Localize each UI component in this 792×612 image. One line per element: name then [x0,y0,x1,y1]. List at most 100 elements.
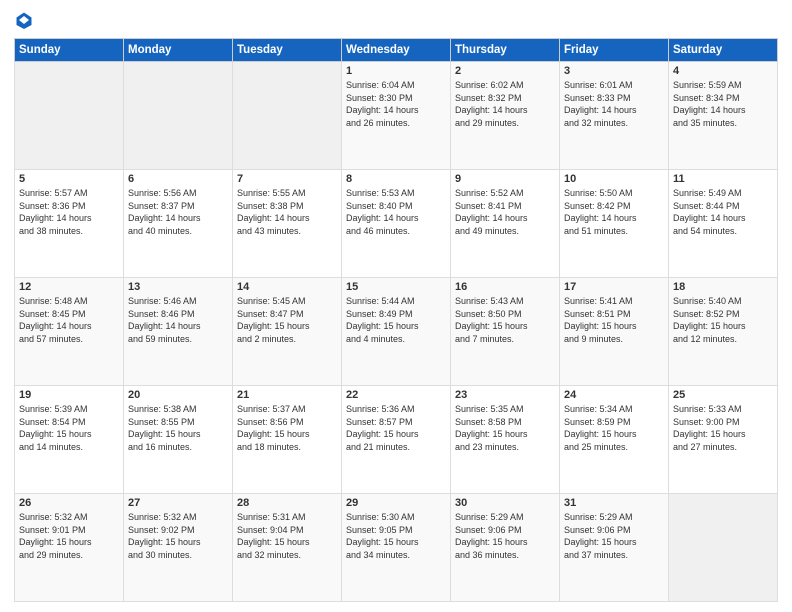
day-info: Sunrise: 5:46 AM Sunset: 8:46 PM Dayligh… [128,295,228,345]
page: SundayMondayTuesdayWednesdayThursdayFrid… [0,0,792,612]
calendar-cell: 24 Sunrise: 5:34 AM Sunset: 8:59 PM Dayli… [560,386,669,494]
day-info: Sunrise: 5:52 AM Sunset: 8:41 PM Dayligh… [455,187,555,237]
calendar-cell: 21 Sunrise: 5:37 AM Sunset: 8:56 PM Dayli… [233,386,342,494]
day-number: 19 [19,389,119,401]
day-number: 4 [673,65,773,77]
day-info: Sunrise: 5:50 AM Sunset: 8:42 PM Dayligh… [564,187,664,237]
calendar-cell: 26 Sunrise: 5:32 AM Sunset: 9:01 PM Dayli… [15,494,124,602]
calendar-week-row: 5 Sunrise: 5:57 AM Sunset: 8:36 PM Daylig… [15,170,778,278]
day-info: Sunrise: 5:30 AM Sunset: 9:05 PM Dayligh… [346,511,446,561]
day-number: 3 [564,65,664,77]
calendar-cell: 25Sunrise: 5:33 AM Sunset: 9:00 PM Dayli… [669,386,778,494]
calendar-header-saturday: Saturday [669,39,778,62]
day-info: Sunrise: 5:57 AM Sunset: 8:36 PM Dayligh… [19,187,119,237]
day-info: Sunrise: 5:48 AM Sunset: 8:45 PM Dayligh… [19,295,119,345]
calendar-cell [669,494,778,602]
calendar-cell: 19 Sunrise: 5:39 AM Sunset: 8:54 PM Dayli… [15,386,124,494]
day-info: Sunrise: 6:02 AM Sunset: 8:32 PM Dayligh… [455,79,555,129]
day-number: 16 [455,281,555,293]
calendar-cell [124,62,233,170]
day-number: 23 [455,389,555,401]
calendar-cell: 7Sunrise: 5:55 AM Sunset: 8:38 PM Daylig… [233,170,342,278]
calendar-cell: 23 Sunrise: 5:35 AM Sunset: 8:58 PM Dayli… [451,386,560,494]
day-info: Sunrise: 5:31 AM Sunset: 9:04 PM Dayligh… [237,511,337,561]
calendar-week-row: 19 Sunrise: 5:39 AM Sunset: 8:54 PM Dayli… [15,386,778,494]
calendar-cell: 3Sunrise: 6:01 AM Sunset: 8:33 PM Daylig… [560,62,669,170]
day-info: Sunrise: 5:34 AM Sunset: 8:59 PM Dayligh… [564,403,664,453]
day-number: 25 [673,389,773,401]
day-info: Sunrise: 5:32 AM Sunset: 9:02 PM Dayligh… [128,511,228,561]
day-number: 8 [346,173,446,185]
day-info: Sunrise: 5:40 AM Sunset: 8:52 PM Dayligh… [673,295,773,345]
day-info: Sunrise: 5:56 AM Sunset: 8:37 PM Dayligh… [128,187,228,237]
day-number: 1 [346,65,446,77]
day-number: 5 [19,173,119,185]
day-info: Sunrise: 5:29 AM Sunset: 9:06 PM Dayligh… [455,511,555,561]
calendar-cell: 29 Sunrise: 5:30 AM Sunset: 9:05 PM Dayli… [342,494,451,602]
calendar-week-row: 26 Sunrise: 5:32 AM Sunset: 9:01 PM Dayli… [15,494,778,602]
calendar-cell: 22Sunrise: 5:36 AM Sunset: 8:57 PM Dayli… [342,386,451,494]
day-number: 29 [346,497,446,509]
calendar-cell: 16 Sunrise: 5:43 AM Sunset: 8:50 PM Dayli… [451,278,560,386]
day-info: Sunrise: 5:49 AM Sunset: 8:44 PM Dayligh… [673,187,773,237]
day-number: 21 [237,389,337,401]
calendar-header-row: SundayMondayTuesdayWednesdayThursdayFrid… [15,39,778,62]
day-info: Sunrise: 5:43 AM Sunset: 8:50 PM Dayligh… [455,295,555,345]
calendar-cell: 13 Sunrise: 5:46 AM Sunset: 8:46 PM Dayli… [124,278,233,386]
calendar-cell: 1Sunrise: 6:04 AM Sunset: 8:30 PM Daylig… [342,62,451,170]
calendar-cell: 15 Sunrise: 5:44 AM Sunset: 8:49 PM Dayli… [342,278,451,386]
day-info: Sunrise: 5:39 AM Sunset: 8:54 PM Dayligh… [19,403,119,453]
day-info: Sunrise: 5:35 AM Sunset: 8:58 PM Dayligh… [455,403,555,453]
calendar-cell: 14Sunrise: 5:45 AM Sunset: 8:47 PM Dayli… [233,278,342,386]
calendar-cell: 9 Sunrise: 5:52 AM Sunset: 8:41 PM Daylig… [451,170,560,278]
day-number: 20 [128,389,228,401]
calendar-cell: 18 Sunrise: 5:40 AM Sunset: 8:52 PM Dayli… [669,278,778,386]
calendar-cell: 31Sunrise: 5:29 AM Sunset: 9:06 PM Dayli… [560,494,669,602]
day-number: 22 [346,389,446,401]
calendar-week-row: 12Sunrise: 5:48 AM Sunset: 8:45 PM Dayli… [15,278,778,386]
day-info: Sunrise: 5:59 AM Sunset: 8:34 PM Dayligh… [673,79,773,129]
calendar-cell: 28 Sunrise: 5:31 AM Sunset: 9:04 PM Dayli… [233,494,342,602]
day-number: 10 [564,173,664,185]
day-number: 2 [455,65,555,77]
header [14,10,778,30]
day-number: 9 [455,173,555,185]
day-info: Sunrise: 5:55 AM Sunset: 8:38 PM Dayligh… [237,187,337,237]
logo-icon [14,10,34,30]
day-info: Sunrise: 5:44 AM Sunset: 8:49 PM Dayligh… [346,295,446,345]
calendar-cell: 20 Sunrise: 5:38 AM Sunset: 8:55 PM Dayli… [124,386,233,494]
logo [14,10,36,30]
calendar-cell: 4 Sunrise: 5:59 AM Sunset: 8:34 PM Daylig… [669,62,778,170]
day-number: 14 [237,281,337,293]
calendar-week-row: 1Sunrise: 6:04 AM Sunset: 8:30 PM Daylig… [15,62,778,170]
calendar-table: SundayMondayTuesdayWednesdayThursdayFrid… [14,38,778,602]
day-number: 26 [19,497,119,509]
calendar-header-sunday: Sunday [15,39,124,62]
calendar-cell: 8Sunrise: 5:53 AM Sunset: 8:40 PM Daylig… [342,170,451,278]
day-number: 31 [564,497,664,509]
day-number: 30 [455,497,555,509]
calendar-header-wednesday: Wednesday [342,39,451,62]
day-number: 24 [564,389,664,401]
day-info: Sunrise: 5:38 AM Sunset: 8:55 PM Dayligh… [128,403,228,453]
calendar-cell: 6 Sunrise: 5:56 AM Sunset: 8:37 PM Daylig… [124,170,233,278]
day-number: 13 [128,281,228,293]
calendar-header-tuesday: Tuesday [233,39,342,62]
calendar-header-monday: Monday [124,39,233,62]
calendar-header-friday: Friday [560,39,669,62]
calendar-cell [15,62,124,170]
calendar-header-thursday: Thursday [451,39,560,62]
day-number: 27 [128,497,228,509]
day-number: 18 [673,281,773,293]
day-number: 15 [346,281,446,293]
day-number: 6 [128,173,228,185]
day-info: Sunrise: 5:41 AM Sunset: 8:51 PM Dayligh… [564,295,664,345]
day-number: 28 [237,497,337,509]
calendar-cell: 5 Sunrise: 5:57 AM Sunset: 8:36 PM Daylig… [15,170,124,278]
day-info: Sunrise: 5:37 AM Sunset: 8:56 PM Dayligh… [237,403,337,453]
calendar-cell [233,62,342,170]
calendar-cell: 10 Sunrise: 5:50 AM Sunset: 8:42 PM Dayli… [560,170,669,278]
day-info: Sunrise: 5:32 AM Sunset: 9:01 PM Dayligh… [19,511,119,561]
day-number: 17 [564,281,664,293]
calendar-cell: 11Sunrise: 5:49 AM Sunset: 8:44 PM Dayli… [669,170,778,278]
